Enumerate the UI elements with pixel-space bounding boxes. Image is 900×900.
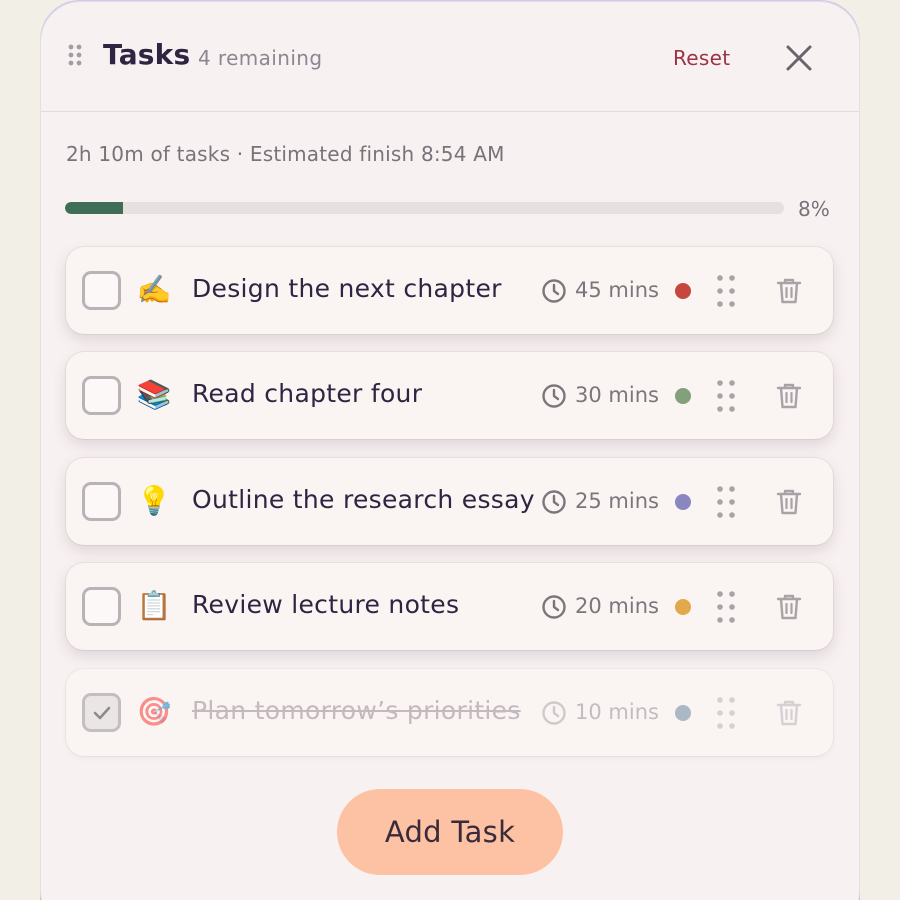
progress-percent: 8% — [798, 197, 830, 221]
task-checkbox[interactable] — [82, 271, 121, 310]
task-color-dot[interactable] — [675, 599, 691, 615]
task-checkbox[interactable] — [82, 693, 121, 732]
trash-icon[interactable] — [776, 699, 802, 727]
task-name[interactable]: Outline the research essay — [192, 485, 535, 514]
task-duration: 25 mins — [575, 489, 659, 513]
trash-icon[interactable] — [776, 277, 802, 305]
task-emoji: 📚 — [136, 378, 172, 411]
trash-icon[interactable] — [776, 488, 802, 516]
trash-icon[interactable] — [776, 593, 802, 621]
task-duration: 30 mins — [575, 383, 659, 407]
drag-handle-icon[interactable] — [716, 485, 736, 519]
task-row[interactable]: 🎯 Plan tomorrow’s priorities 10 mins — [66, 669, 833, 756]
trash-icon[interactable] — [776, 382, 802, 410]
panel-header: Tasks 4 remaining Reset — [41, 2, 859, 112]
clock-icon — [542, 490, 566, 514]
clock-icon — [542, 384, 566, 408]
task-duration: 20 mins — [575, 594, 659, 618]
clock-icon — [542, 595, 566, 619]
task-color-dot[interactable] — [675, 705, 691, 721]
task-name[interactable]: Plan tomorrow’s priorities — [192, 696, 521, 725]
task-row[interactable]: ✍️ Design the next chapter 45 mins — [66, 247, 833, 334]
clock-icon — [542, 701, 566, 725]
task-emoji: 💡 — [136, 484, 172, 517]
drag-handle-icon[interactable] — [716, 379, 736, 413]
task-checkbox[interactable] — [82, 587, 121, 626]
task-name[interactable]: Read chapter four — [192, 379, 422, 408]
drag-handle-icon[interactable] — [716, 274, 736, 308]
close-icon[interactable] — [783, 42, 815, 74]
task-row[interactable]: 📋 Review lecture notes 20 mins — [66, 563, 833, 650]
tasks-summary: 2h 10m of tasks · Estimated finish 8:54 … — [66, 142, 505, 166]
progress-bar-fill — [65, 202, 123, 214]
clock-icon — [542, 279, 566, 303]
panel-title: Tasks — [103, 38, 191, 71]
task-duration: 10 mins — [575, 700, 659, 724]
progress-bar — [65, 202, 784, 214]
task-name[interactable]: Review lecture notes — [192, 590, 459, 619]
add-task-button[interactable]: Add Task — [337, 789, 563, 875]
task-duration: 45 mins — [575, 278, 659, 302]
task-emoji: 🎯 — [136, 695, 172, 728]
drag-handle-icon[interactable] — [716, 590, 736, 624]
task-color-dot[interactable] — [675, 283, 691, 299]
tasks-panel: Tasks 4 remaining Reset 2h 10m of tasks … — [41, 2, 859, 900]
task-name[interactable]: Design the next chapter — [192, 274, 502, 303]
reset-button[interactable]: Reset — [673, 46, 730, 70]
task-emoji: ✍️ — [136, 273, 172, 306]
task-emoji: 📋 — [136, 589, 172, 622]
remaining-count: 4 remaining — [198, 46, 323, 70]
checkmark-icon — [93, 706, 111, 720]
grip-vertical-icon[interactable] — [68, 44, 82, 66]
task-row[interactable]: 📚 Read chapter four 30 mins — [66, 352, 833, 439]
task-color-dot[interactable] — [675, 494, 691, 510]
task-checkbox[interactable] — [82, 482, 121, 521]
task-checkbox[interactable] — [82, 376, 121, 415]
task-row[interactable]: 💡 Outline the research essay 25 mins — [66, 458, 833, 545]
task-color-dot[interactable] — [675, 388, 691, 404]
drag-handle-icon[interactable] — [716, 696, 736, 730]
